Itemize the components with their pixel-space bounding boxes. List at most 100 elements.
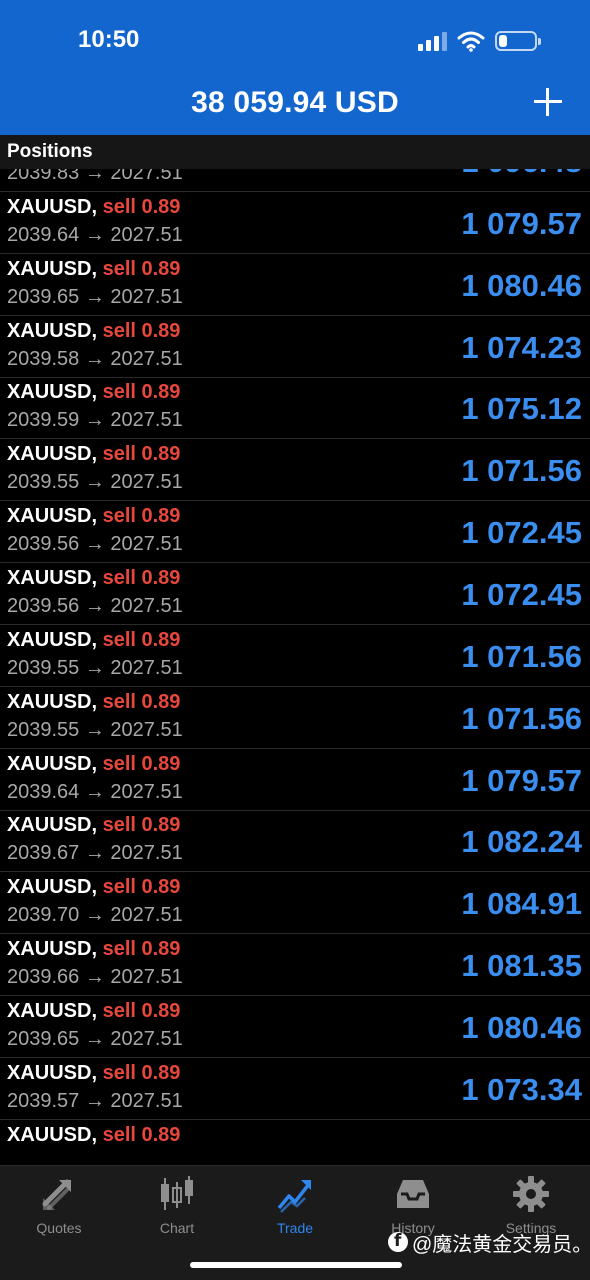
- position-profit: 1 075.12: [461, 391, 582, 427]
- position-side: sell 0.89: [102, 443, 181, 466]
- status-bar: 10:50: [0, 0, 590, 80]
- position-row[interactable]: XAUUSD, sell 0.89 2039.55 → 2027.51 1 071.…: [0, 687, 590, 749]
- position-prices: 2039.56 → 2027.51: [7, 594, 183, 617]
- position-profit: 1 071.56: [461, 453, 582, 489]
- positions-section-header: Positions: [0, 135, 590, 169]
- position-symbol: XAUUSD,: [7, 257, 98, 280]
- section-title: Positions: [7, 141, 93, 162]
- position-row[interactable]: XAUUSD, sell 0.89 2039.56 → 2027.51 1 072.…: [0, 501, 590, 564]
- app-header: 10:50 38 059.94 USD: [0, 0, 590, 135]
- position-side: sell 0.89: [102, 876, 181, 899]
- position-row[interactable]: XAUUSD, sell 0.89 2039.67 → 2027.51 1 082.…: [0, 810, 590, 873]
- position-side: sell 0.89: [102, 319, 181, 342]
- position-title: XAUUSD, sell 0.89: [7, 196, 180, 219]
- position-title: XAUUSD, sell 0.89: [7, 1000, 180, 1023]
- position-title: XAUUSD, sell 0.89: [7, 258, 180, 281]
- status-icons: [418, 28, 541, 54]
- position-side: sell 0.89: [102, 505, 181, 528]
- tab-chart[interactable]: Chart: [118, 1174, 236, 1238]
- position-row[interactable]: XAUUSD, sell 0.89 2039.65 → 2027.51 1 080.…: [0, 254, 590, 316]
- position-prices: 2039.55 → 2027.51: [7, 656, 183, 679]
- position-prices: 2039.58 → 2027.51: [7, 347, 183, 370]
- tab-label: Chart: [159, 1220, 195, 1236]
- position-symbol: XAUUSD,: [7, 505, 98, 528]
- position-title: XAUUSD, sell 0.89: [7, 505, 180, 528]
- position-title: XAUUSD, sell 0.89: [7, 691, 180, 714]
- position-symbol: XAUUSD,: [7, 566, 98, 589]
- position-title: XAUUSD, sell 0.89: [7, 567, 180, 590]
- position-symbol: XAUUSD,: [7, 1123, 98, 1146]
- position-row[interactable]: XAUUSD, sell 0.89 2039.57 → 2027.51 1 073.…: [0, 1058, 590, 1120]
- position-row[interactable]: XAUUSD, sell 0.89 2039.70 → 2027.51 1 084.…: [0, 872, 590, 935]
- position-prices: 2039.65 → 2027.51: [7, 285, 183, 308]
- position-symbol: XAUUSD,: [7, 319, 98, 342]
- position-profit: 1 071.56: [461, 638, 582, 674]
- position-prices: 2039.64 → 2027.51: [7, 223, 183, 246]
- position-side: sell 0.89: [102, 752, 181, 775]
- tab-label: Quotes: [36, 1220, 82, 1236]
- position-prices: 2039.64 → 2027.51: [7, 780, 183, 803]
- position-prices: 2039.56 → 2027.51: [7, 533, 183, 556]
- battery-fill: [499, 35, 507, 47]
- position-symbol: XAUUSD,: [7, 628, 98, 651]
- position-row[interactable]: XAUUSD, sell 0.89 2039.55 → 2027.51 1 071.…: [0, 439, 590, 502]
- tab-quotes[interactable]: Quotes: [0, 1174, 118, 1238]
- position-symbol: XAUUSD,: [7, 195, 98, 218]
- position-row[interactable]: XAUUSD, sell 0.89 2039.58 → 2027.51 1 074.…: [0, 316, 590, 378]
- position-profit: 1 072.45: [461, 515, 582, 551]
- position-row[interactable]: XAUUSD, sell 0.89 2039.65 → 2027.51 1 080.…: [0, 996, 590, 1058]
- position-symbol: XAUUSD,: [7, 381, 98, 404]
- position-symbol: XAUUSD,: [7, 690, 98, 713]
- position-profit: 1 072.45: [461, 576, 582, 612]
- home-indicator: [190, 1262, 402, 1268]
- position-symbol: XAUUSD,: [7, 814, 98, 837]
- position-title: XAUUSD, sell 0.89: [7, 320, 180, 343]
- position-title: XAUUSD, sell 0.89: [7, 443, 180, 466]
- position-title: XAUUSD, sell 0.89: [7, 753, 180, 776]
- position-side: sell 0.89: [102, 1123, 181, 1146]
- position-profit: 1 080.46: [461, 267, 582, 303]
- tab-trade[interactable]: Trade: [236, 1174, 354, 1238]
- position-title: XAUUSD, sell 0.89: [7, 381, 180, 404]
- position-side: sell 0.89: [102, 938, 181, 961]
- position-row[interactable]: XAUUSD, sell 0.89 2039.56 → 2027.51 1 072.…: [0, 563, 590, 625]
- position-profit: 1 074.23: [461, 329, 582, 365]
- position-row[interactable]: XAUUSD, sell 0.89 2039.66 → 2027.51 1 081.…: [0, 934, 590, 997]
- position-profit: 1 084.91: [461, 886, 582, 922]
- position-profit: 1 073.34: [461, 1071, 582, 1107]
- position-row[interactable]: XAUUSD, sell 0.89 2039.64 → 2027.51 1 079.…: [0, 192, 590, 254]
- position-symbol: XAUUSD,: [7, 938, 98, 961]
- trade-line-icon: [277, 1180, 311, 1213]
- position-row[interactable]: XAUUSD, sell 0.89 2039.64 → 2027.51 1 079.…: [0, 749, 590, 811]
- position-title: XAUUSD, sell 0.89: [7, 1062, 180, 1085]
- position-row[interactable]: XAUUSD, sell 0.89 2039.59 → 2027.51 1 075.…: [0, 377, 590, 440]
- position-side: sell 0.89: [102, 257, 181, 280]
- tab-label: Trade: [276, 1220, 314, 1236]
- position-profit: 1 079.57: [461, 205, 582, 241]
- position-side: sell 0.89: [102, 999, 181, 1022]
- position-side: sell 0.89: [102, 814, 181, 837]
- position-prices: 2039.57 → 2027.51: [7, 1089, 183, 1112]
- position-profit: 1 071.56: [461, 700, 582, 736]
- position-title: XAUUSD, sell 0.89: [7, 1124, 180, 1147]
- position-side: sell 0.89: [102, 690, 181, 713]
- candlestick-chart-icon: [161, 1176, 193, 1210]
- position-row[interactable]: XAUUSD, sell 0.89: [0, 1120, 590, 1165]
- cellular-signal-icon: [418, 31, 447, 51]
- position-profit: 1 081.35: [461, 948, 582, 984]
- position-row[interactable]: XAUUSD, sell 0.89 2039.55 → 2027.51 1 071.…: [0, 625, 590, 687]
- position-profit: 1 079.57: [461, 762, 582, 798]
- position-title: XAUUSD, sell 0.89: [7, 876, 180, 899]
- position-side: sell 0.89: [102, 628, 181, 651]
- positions-list[interactable]: XAUUSD, sell 0.892039.83 → 2027.511 096.…: [0, 150, 590, 1165]
- position-prices: 2039.59 → 2027.51: [7, 409, 183, 432]
- position-prices: 2039.65 → 2027.51: [7, 1027, 183, 1050]
- watermark: @魔法黄金交易员。: [388, 1230, 590, 1256]
- position-symbol: XAUUSD,: [7, 876, 98, 899]
- plus-icon[interactable]: [530, 84, 566, 120]
- position-side: sell 0.89: [102, 1061, 181, 1084]
- position-prices: 2039.55 → 2027.51: [7, 718, 183, 741]
- battery-icon: [495, 31, 541, 51]
- position-side: sell 0.89: [102, 566, 181, 589]
- position-title: XAUUSD, sell 0.89: [7, 814, 180, 837]
